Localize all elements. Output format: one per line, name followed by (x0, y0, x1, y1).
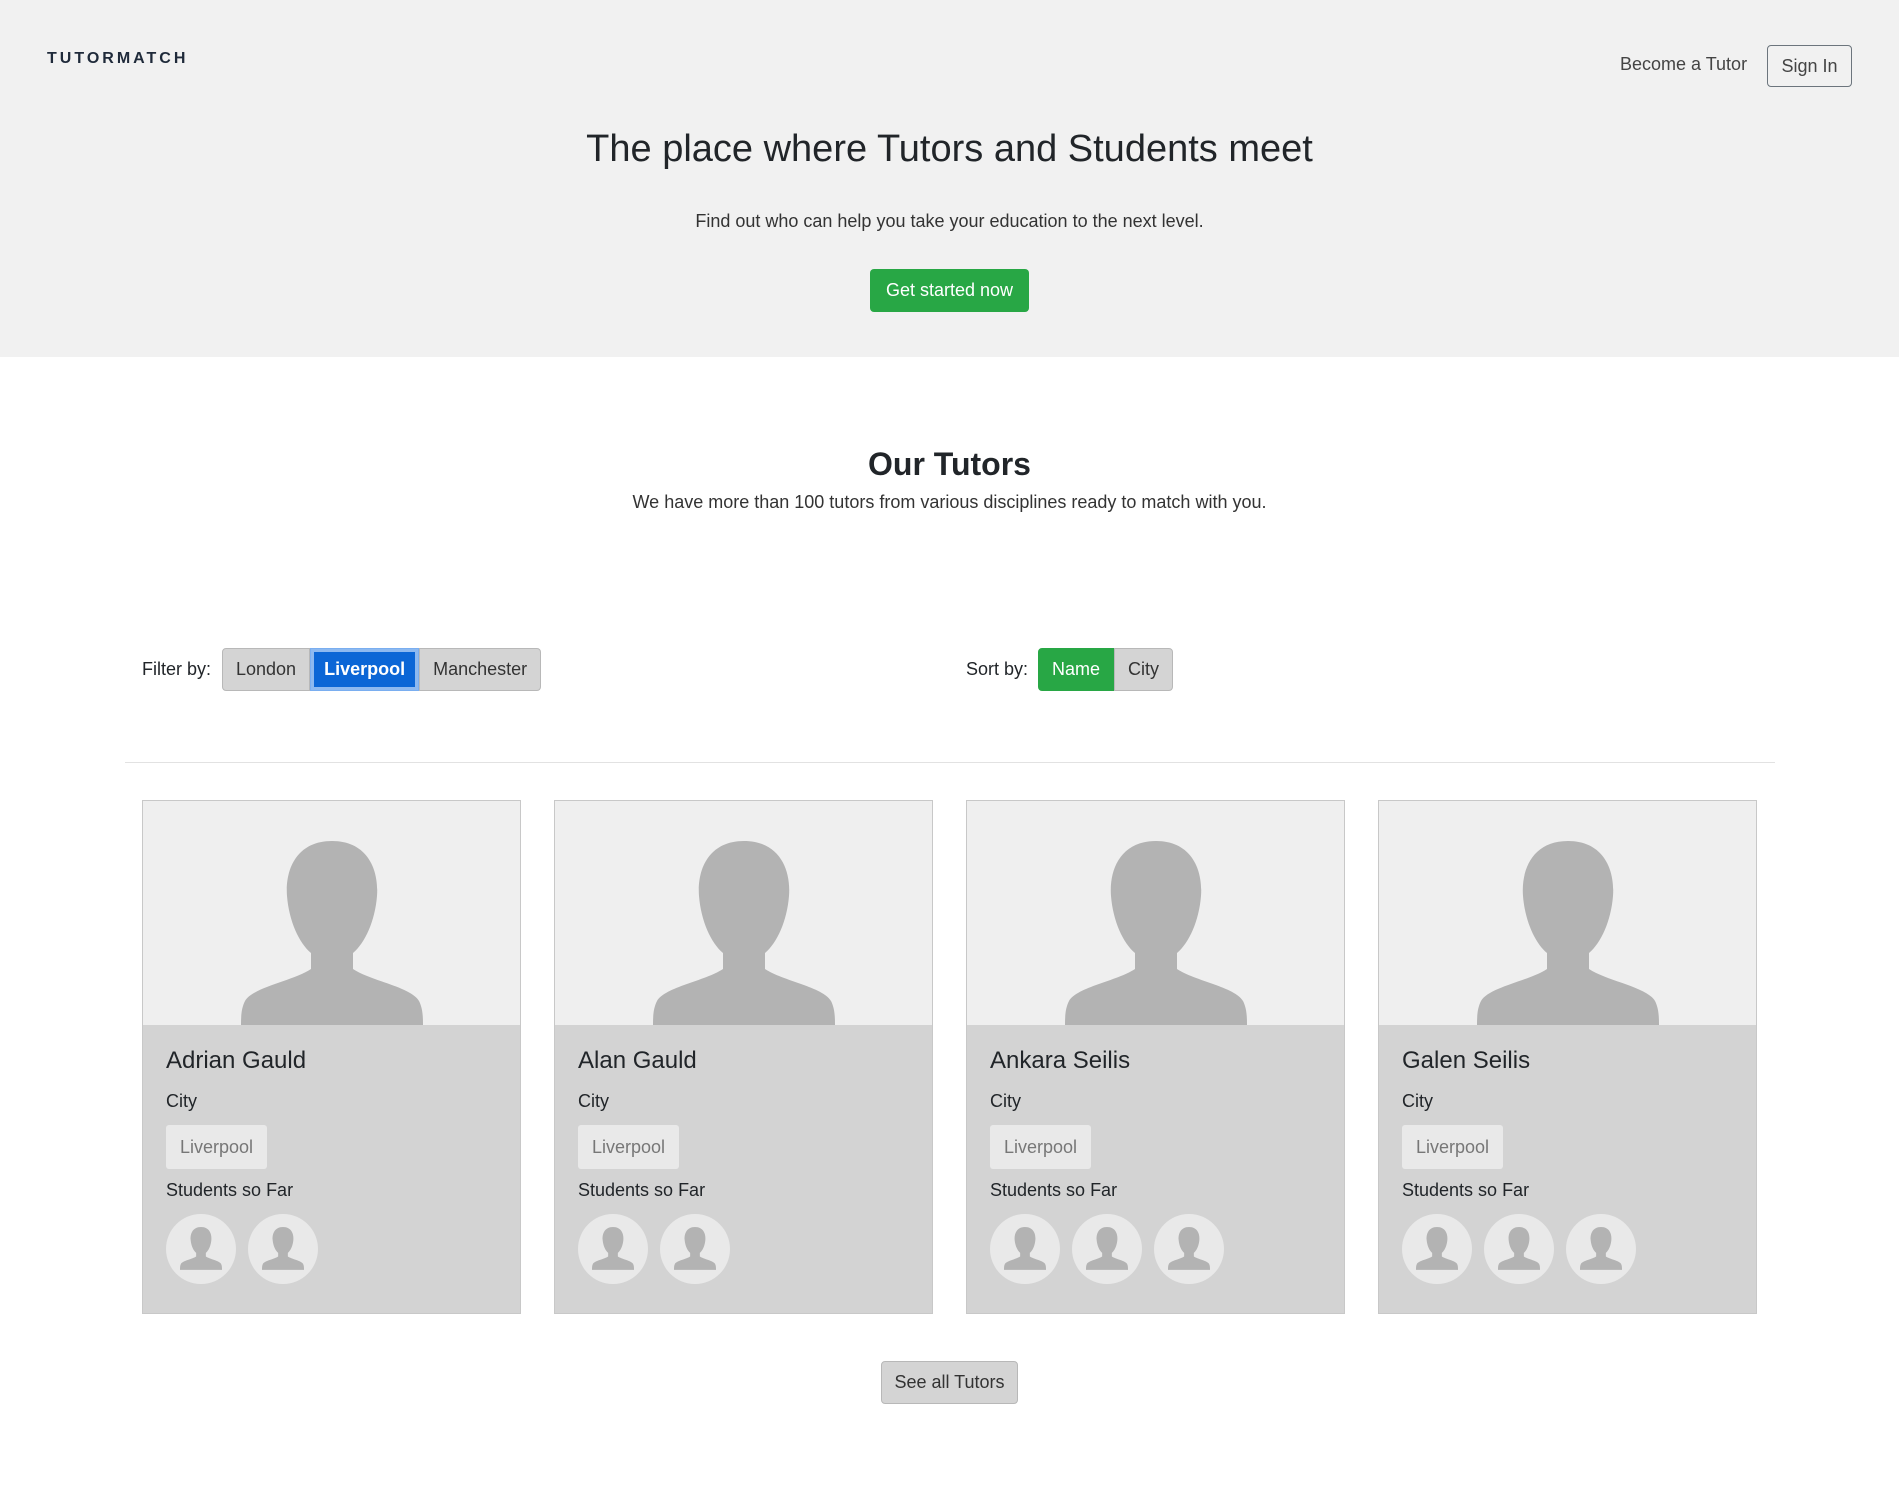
student-avatar-icon (166, 1214, 236, 1284)
tutor-name[interactable]: Adrian Gauld (166, 1047, 306, 1075)
sort-button-group: Name City (1038, 648, 1174, 691)
city-badge: Liverpool (1402, 1125, 1504, 1169)
city-badge: Liverpool (578, 1125, 680, 1169)
filter-london-button[interactable]: London (222, 648, 311, 691)
see-all-tutors-button[interactable]: See all Tutors (881, 1361, 1018, 1404)
tutor-photo-placeholder (143, 801, 520, 1025)
city-label: City (578, 1091, 609, 1111)
students-list (166, 1214, 318, 1284)
sort-name-button[interactable]: Name (1038, 648, 1115, 691)
tutor-name[interactable]: Galen Seilis (1402, 1047, 1530, 1075)
students-list (990, 1214, 1224, 1284)
section-subtitle: We have more than 100 tutors from variou… (632, 492, 1267, 512)
student-avatar-icon (660, 1214, 730, 1284)
student-avatar-icon (990, 1214, 1060, 1284)
filter-manchester-button[interactable]: Manchester (419, 648, 542, 691)
tutor-photo-placeholder (1379, 801, 1756, 1025)
students-label: Students so Far (990, 1180, 1118, 1200)
students-label: Students so Far (578, 1180, 706, 1200)
tutor-name[interactable]: Alan Gauld (578, 1047, 697, 1075)
students-label: Students so Far (166, 1180, 294, 1200)
sort-city-button[interactable]: City (1114, 648, 1174, 691)
tutor-photo-placeholder (555, 801, 932, 1025)
brand-logo[interactable]: TUTORMATCH (47, 50, 188, 68)
student-avatar-icon (248, 1214, 318, 1284)
tutor-card[interactable]: Adrian Gauld City Liverpool Students so Far (142, 800, 521, 1314)
section-title: Our Tutors (868, 446, 1031, 482)
tutor-card[interactable]: Ankara Seilis City Liverpool Students so Fa… (966, 800, 1345, 1314)
city-label: City (990, 1091, 1021, 1111)
hero-subtitle: Find out who can help you take your educ… (695, 211, 1204, 231)
tutor-photo-placeholder (967, 801, 1344, 1025)
hero-title: The place where Tutors and Students meet (586, 128, 1313, 170)
student-avatar-icon (1484, 1214, 1554, 1284)
filter-liverpool-button[interactable]: Liverpool (310, 648, 420, 691)
divider (125, 762, 1775, 763)
city-badge: Liverpool (990, 1125, 1092, 1169)
get-started-button[interactable]: Get started now (870, 269, 1029, 312)
student-avatar-icon (578, 1214, 648, 1284)
students-list (578, 1214, 730, 1284)
become-tutor-link[interactable]: Become a Tutor (1620, 54, 1747, 75)
city-label: City (1402, 1091, 1433, 1111)
students-list (1402, 1214, 1636, 1284)
hero-section: TUTORMATCH Become a Tutor Sign In The pl… (0, 0, 1899, 357)
filter-button-group: London Liverpool Manchester (222, 648, 542, 691)
student-avatar-icon (1566, 1214, 1636, 1284)
student-avatar-icon (1072, 1214, 1142, 1284)
sort-label: Sort by: (966, 659, 1029, 679)
students-label: Students so Far (1402, 1180, 1530, 1200)
city-label: City (166, 1091, 197, 1111)
tutor-card[interactable]: Galen Seilis City Liverpool Students so Far (1378, 800, 1757, 1314)
filter-label: Filter by: (142, 659, 212, 679)
tutor-name[interactable]: Ankara Seilis (990, 1047, 1130, 1075)
student-avatar-icon (1402, 1214, 1472, 1284)
city-badge: Liverpool (166, 1125, 268, 1169)
student-avatar-icon (1154, 1214, 1224, 1284)
sign-in-button[interactable]: Sign In (1767, 45, 1852, 87)
tutor-card[interactable]: Alan Gauld City Liverpool Students so Far (554, 800, 933, 1314)
